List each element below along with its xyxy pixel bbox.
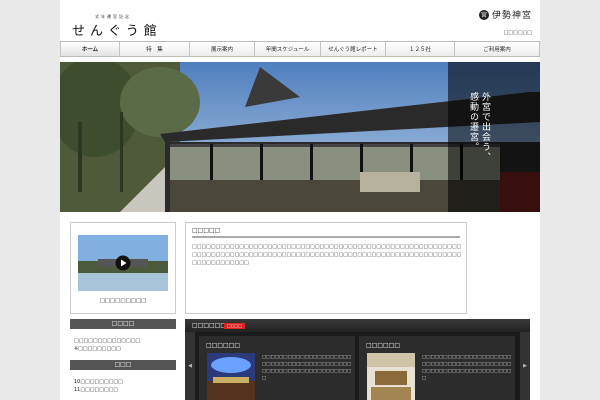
pickup-card-text: □□□□□□□□□□□□□□□□□□□□□□□□□□□□□□□□□□□□□□□□… <box>422 355 512 381</box>
nav-item-feature[interactable]: 特 集 <box>120 42 190 56</box>
hero-tagline-line1: 外宮で出会う、 <box>480 92 490 162</box>
pickup-panel: □□□□□□ □□□□ ◀ ▶ □□□□□□ □□□□□□□□□□□□□□□□□… <box>185 319 530 400</box>
pickup-card-title[interactable]: □□□□□□ <box>206 342 240 349</box>
notice-title: □□□□□ <box>192 227 221 234</box>
new-badge: □□□□ <box>224 323 245 329</box>
video-box: □□□□□□□□□ <box>70 222 176 314</box>
side-info-box: □□□□ □□□□□□□□□□□□□□ ※□□□□□□□□□ <box>70 319 176 353</box>
nav-item-report[interactable]: せんぐう館レポート <box>321 42 386 56</box>
pickup-card-title[interactable]: □□□□□□ <box>366 342 400 349</box>
nav-item-125-shrines[interactable]: １２５社 <box>386 42 455 56</box>
side-schedule-box: □□□ 10□□□□□□□□□ 11□□□□□□□□ <box>70 360 176 394</box>
carousel-next-icon[interactable]: ▶ <box>520 332 530 400</box>
pickup-header: □□□□□□ □□□□ <box>185 319 530 332</box>
pickup-card-image[interactable] <box>207 353 255 400</box>
hero-tagline-line2: 感動の遷宮。 <box>468 92 478 152</box>
site-header: 式年遷宮記念 せんぐう館 宮 伊勢神宮 □□□□□□ <box>60 0 540 40</box>
side-schedule-item[interactable]: 10□□□□□□□□□ <box>70 378 176 386</box>
nav-item-exhibits[interactable]: 展示案内 <box>190 42 255 56</box>
video-thumbnail[interactable] <box>78 235 168 291</box>
global-nav: ホーム 特 集 展示案内 年間スケジュール せんぐう館レポート １２５社 ご利用… <box>60 41 540 57</box>
hero-banner: 外宮で出会う、 感動の遷宮。 <box>60 62 540 212</box>
hero-caption-panel <box>448 62 540 212</box>
nav-item-guide[interactable]: ご利用案内 <box>455 42 540 56</box>
pickup-title: □□□□□□ <box>192 322 227 329</box>
side-info-heading: □□□□ <box>70 319 176 329</box>
side-schedule-item[interactable]: 11□□□□□□□□ <box>70 386 176 394</box>
nav-item-home[interactable]: ホーム <box>60 42 120 56</box>
side-info-line: □□□□□□□□□□□□□□ <box>74 338 141 344</box>
notice-box: □□□□□ □□□□□□□□□□□□□□□□□□□□□□□□□□□□□□□□□□… <box>185 222 467 314</box>
site-logo[interactable]: せんぐう館 <box>72 20 162 39</box>
carousel-prev-icon[interactable]: ◀ <box>185 332 195 400</box>
ise-emblem-icon: 宮 <box>478 9 489 20</box>
side-schedule-heading: □□□ <box>70 360 176 370</box>
ise-jingu-logo[interactable]: 宮 伊勢神宮 <box>478 8 532 21</box>
page: 式年遷宮記念 せんぐう館 宮 伊勢神宮 □□□□□□ ホーム 特 集 展示案内 … <box>60 0 540 400</box>
notice-divider <box>192 236 460 238</box>
video-caption[interactable]: □□□□□□□□□ <box>71 298 175 304</box>
pickup-card-image[interactable] <box>367 353 415 400</box>
pickup-card[interactable]: □□□□□□ □□□□□□□□□□□□□□□□□□□□□□□□□□□□□□□□□… <box>359 336 515 400</box>
header-link[interactable]: □□□□□□ <box>504 30 532 36</box>
notice-body: □□□□□□□□□□□□□□□□□□□□□□□□□□□□□□□□□□□□□□□□… <box>192 244 462 266</box>
nav-item-schedule[interactable]: 年間スケジュール <box>255 42 321 56</box>
side-info-note: ※□□□□□□□□□ <box>74 346 121 352</box>
pickup-card-text: □□□□□□□□□□□□□□□□□□□□□□□□□□□□□□□□□□□□□□□□… <box>262 355 352 381</box>
play-icon[interactable] <box>115 255 131 271</box>
pickup-card[interactable]: □□□□□□ □□□□□□□□□□□□□□□□□□□□□□□□□□□□□□□□□… <box>199 336 355 400</box>
ise-jingu-logo-text: 伊勢神宮 <box>491 11 532 21</box>
